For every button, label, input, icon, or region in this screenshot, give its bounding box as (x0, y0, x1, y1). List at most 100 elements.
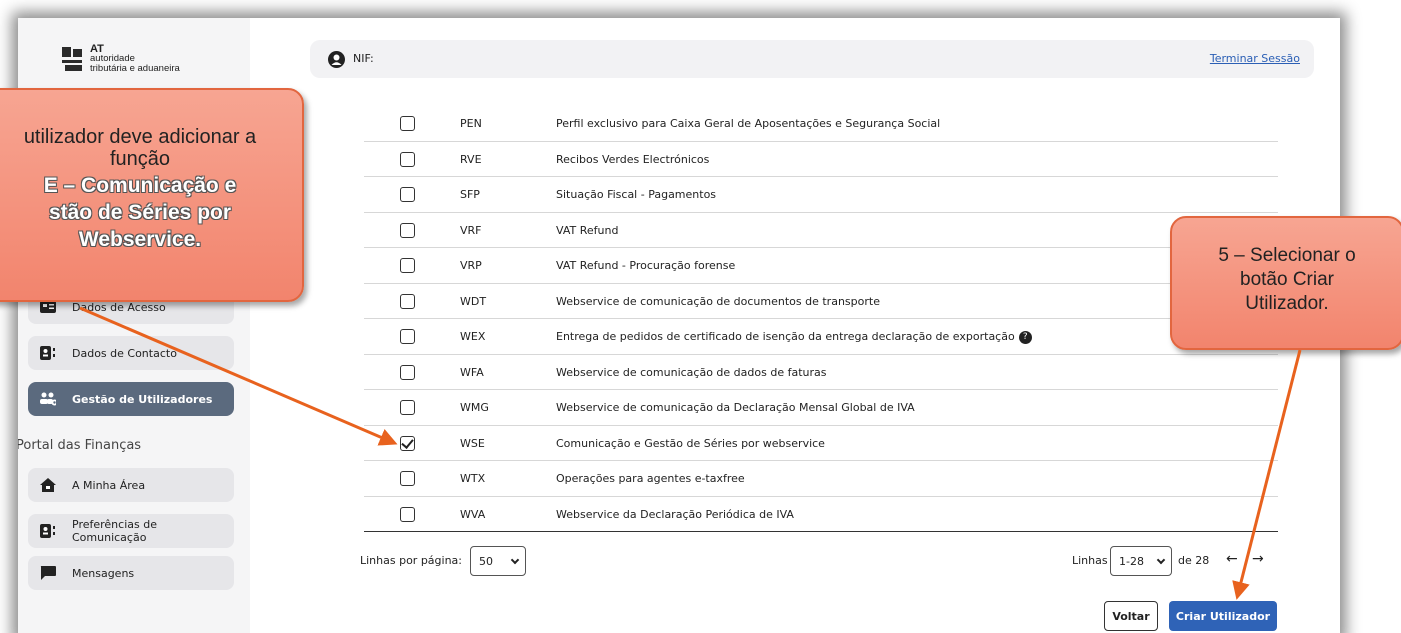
sidebar-item-label: Gestão de Utilizadores (72, 392, 213, 406)
sidebar-item-minha-area[interactable]: A Minha Área (28, 468, 234, 502)
sidebar-item-label: Dados de Acesso (72, 300, 166, 314)
rows-per-page-label: Linhas por página: (360, 554, 463, 567)
callout-right-line-3: Utilizador. (1245, 293, 1329, 314)
callout-left-bold-2: stão de Séries por (48, 201, 232, 224)
row-code: WEX (460, 330, 486, 343)
row-checkbox[interactable] (400, 400, 415, 415)
row-code: WMG (460, 401, 489, 414)
user-icon (328, 51, 345, 68)
nif-label: NIF: (353, 52, 374, 65)
table-row: WDT Webservice de comunicação de documen… (364, 284, 1278, 319)
table-row: PEN Perfil exclusivo para Caixa Geral de… (364, 106, 1278, 142)
chat-icon (40, 566, 56, 580)
row-description: VAT Refund - Procuração forense (556, 259, 736, 272)
row-description: Webservice de comunicação da Declaração … (556, 401, 915, 414)
callout-left-bold-3: Webservice. (78, 228, 202, 251)
callout-right-line-1: 5 – Selecionar o (1218, 245, 1356, 266)
contact-card-icon (40, 524, 56, 538)
top-bar: NIF: Terminar Sessão (310, 40, 1314, 78)
criar-utilizador-button[interactable]: Criar Utilizador (1169, 601, 1277, 631)
contact-card-icon (40, 346, 56, 360)
logo-text: AT autoridade tributária e aduaneira (90, 44, 180, 74)
table-row: WEX Entrega de pedidos de certificado de… (364, 319, 1278, 355)
sidebar-item-label: Mensagens (72, 566, 135, 580)
row-checkbox[interactable] (400, 471, 415, 486)
table-row: WMG Webservice de comunicação da Declara… (364, 390, 1278, 426)
chevron-down-icon (1156, 555, 1166, 565)
lines-range-select[interactable]: 1-28 (1110, 546, 1172, 576)
sidebar-item-gestao-utilizadores[interactable]: Gestão de Utilizadores (28, 382, 234, 416)
row-description: Operações para agentes e-taxfree (556, 472, 745, 485)
sidebar-item-label: Preferências de Comunicação (72, 518, 157, 544)
users-gear-icon (40, 392, 56, 406)
row-description-text: Entrega de pedidos de certificado de ise… (556, 330, 1015, 343)
callout-right-text: 5 – Selecionar o botão Criar Utilizador. (1172, 244, 1401, 316)
instruction-callout-left: utilizador deve adicionar a função E – C… (0, 88, 304, 302)
row-code: SFP (460, 188, 480, 201)
at-logo-icon (62, 47, 84, 71)
at-logo[interactable]: AT autoridade tributária e aduaneira (62, 44, 180, 74)
row-checkbox[interactable] (400, 364, 415, 380)
lines-label: Linhas (1072, 554, 1108, 567)
row-code: WFA (460, 365, 484, 379)
help-icon[interactable]: ? (1018, 330, 1032, 344)
sidebar-item-label: A Minha Área (72, 478, 146, 492)
row-description: Situação Fiscal - Pagamentos (556, 188, 717, 201)
table-row: VRP VAT Refund - Procuração forense (364, 248, 1278, 284)
screenshot-frame: AT autoridade tributária e aduaneira Dad… (0, 0, 1401, 633)
row-code: WSE (460, 436, 485, 450)
row-code: WTX (460, 472, 486, 485)
row-description: Webservice da Declaração Periódica de IV… (556, 507, 794, 521)
row-checkbox[interactable] (400, 222, 415, 238)
rows-per-page-select[interactable]: 50 (470, 546, 526, 576)
prev-page-icon[interactable]: ← (1226, 551, 1238, 567)
table-row: WFA Webservice de comunicação de dados d… (364, 355, 1278, 390)
logo-line-3: tributária e aduaneira (90, 63, 180, 74)
sidebar-item-mensagens[interactable]: Mensagens (28, 556, 234, 590)
row-checkbox[interactable] (400, 116, 415, 131)
id-card-icon (40, 300, 56, 314)
lines-total: de 28 (1178, 554, 1210, 567)
table-row: WTX Operações para agentes e-taxfree (364, 461, 1278, 497)
row-checkbox[interactable] (400, 187, 415, 202)
row-code: WDT (460, 294, 487, 308)
row-checkbox[interactable] (400, 293, 415, 309)
row-checkbox[interactable] (400, 151, 415, 167)
row-code: PEN (460, 117, 482, 130)
lines-range-value: 1-28 (1119, 554, 1144, 568)
sidebar-section-title: Portal das Finanças (18, 438, 142, 453)
functions-table: PEN Perfil exclusivo para Caixa Geral de… (364, 106, 1278, 532)
callout-left-line-2: função (109, 148, 171, 170)
callout-right-line-2: botão Criar (1240, 269, 1334, 290)
row-description: Perfil exclusivo para Caixa Geral de Apo… (556, 117, 941, 130)
logout-link[interactable]: Terminar Sessão (1210, 52, 1300, 65)
row-description: Comunicação e Gestão de Séries por webse… (556, 436, 825, 450)
chevron-down-icon (510, 555, 520, 565)
row-description: Entrega de pedidos de certificado de ise… (556, 330, 1032, 344)
table-row: RVE Recibos Verdes Electrónicos (364, 142, 1278, 177)
row-code: WVA (460, 507, 486, 521)
voltar-button[interactable]: Voltar (1104, 601, 1158, 631)
callout-left-bold: E – Comunicação e stão de Séries por Web… (0, 172, 302, 253)
row-code: RVE (460, 152, 482, 166)
sidebar-item-preferencias[interactable]: Preferências de Comunicação (28, 514, 234, 548)
table-row: SFP Situação Fiscal - Pagamentos (364, 177, 1278, 213)
pagination: Linhas por página: 50 Linhas 1-28 de 28 … (360, 544, 1280, 578)
callout-left-text: utilizador deve adicionar a função (0, 126, 302, 170)
sidebar-item-dados-contacto[interactable]: Dados de Contacto (28, 336, 234, 370)
row-description: Recibos Verdes Electrónicos (556, 152, 710, 166)
row-checkbox[interactable] (400, 258, 415, 273)
callout-left-line-1: utilizador deve adicionar a (23, 126, 257, 148)
row-checkbox[interactable] (400, 506, 415, 522)
table-row: VRF VAT Refund (364, 213, 1278, 248)
row-code: VRP (460, 259, 482, 272)
next-page-icon[interactable]: → (1252, 551, 1264, 567)
row-description: VAT Refund (556, 223, 619, 237)
row-description: Webservice de comunicação de dados de fa… (556, 365, 827, 379)
rows-per-page-value: 50 (479, 554, 493, 568)
instruction-callout-right: 5 – Selecionar o botão Criar Utilizador. (1170, 216, 1401, 350)
home-icon (40, 478, 56, 492)
row-checkbox[interactable] (400, 329, 415, 344)
row-description: Webservice de comunicação de documentos … (556, 294, 880, 308)
row-checkbox[interactable] (400, 435, 415, 451)
